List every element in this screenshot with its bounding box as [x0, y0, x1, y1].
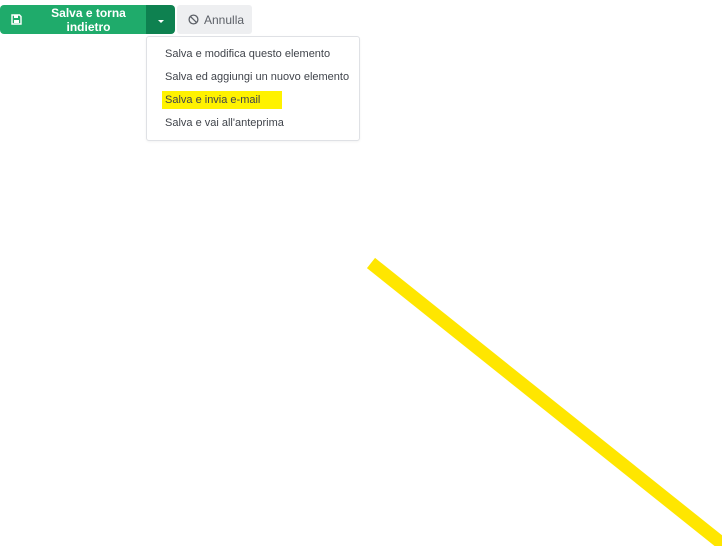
- save-options-toggle[interactable]: [146, 5, 175, 34]
- annotation-arrow-line: [366, 257, 722, 546]
- menu-item-label: Salva e vai all'anteprima: [165, 117, 284, 129]
- save-button-group: Salva e torna indietro: [0, 5, 175, 34]
- menu-item-label: Salva e modifica questo elemento: [165, 48, 331, 60]
- menu-item-save-and-preview[interactable]: Salva e vai all'anteprima: [147, 112, 359, 135]
- menu-item-label: Salva e invia e-mail: [165, 94, 261, 106]
- cancel-button[interactable]: Annulla: [177, 5, 252, 34]
- cancel-label: Annulla: [204, 12, 245, 27]
- save-and-return-button[interactable]: Salva e torna indietro: [0, 5, 146, 34]
- menu-item-label: Salva ed aggiungi un nuovo elemento: [165, 71, 350, 83]
- menu-item-save-and-send-email[interactable]: Salva e invia e-mail: [147, 89, 359, 112]
- floppy-disk-icon: [11, 14, 22, 25]
- ban-icon: [188, 14, 199, 25]
- menu-item-save-and-add-new[interactable]: Salva ed aggiungi un nuovo elemento: [147, 66, 359, 89]
- menu-item-save-and-edit[interactable]: Salva e modifica questo elemento: [147, 43, 359, 66]
- caret-down-icon: [157, 12, 165, 27]
- save-and-return-label: Salva e torna indietro: [51, 5, 126, 34]
- save-options-menu: Salva e modifica questo elemento Salva e…: [146, 36, 360, 141]
